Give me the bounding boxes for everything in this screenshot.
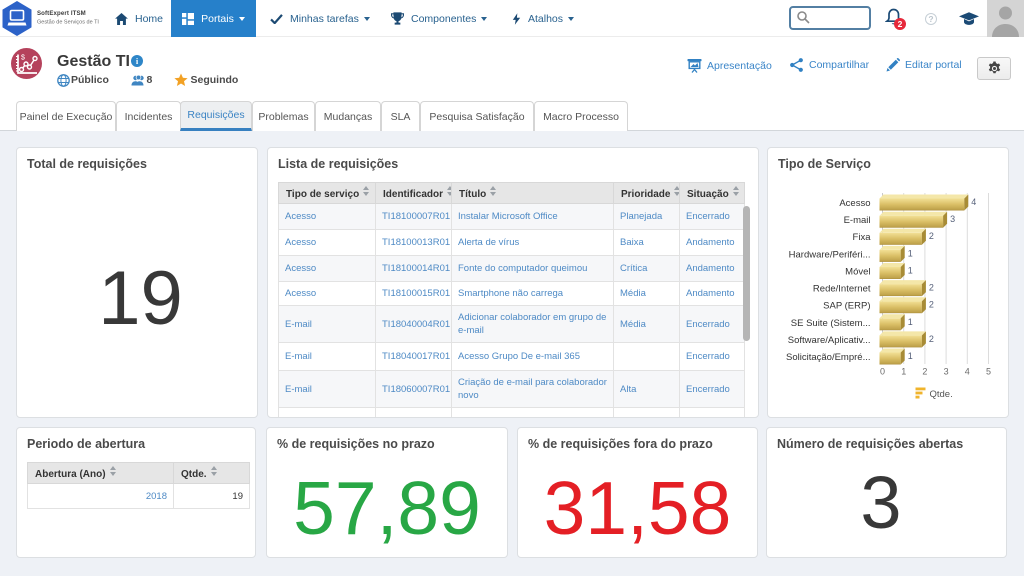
svg-text:1: 1	[908, 248, 913, 258]
svg-text:SE Suite (Sistem...: SE Suite (Sistem...	[791, 318, 871, 329]
svg-text:2: 2	[929, 334, 934, 344]
svg-text:1: 1	[908, 266, 913, 276]
svg-text:SAP (ERP): SAP (ERP)	[823, 301, 870, 312]
svg-text:Móvel: Móvel	[845, 267, 870, 278]
svg-text:Software/Aplicativ...: Software/Aplicativ...	[788, 335, 871, 346]
svg-text:3: 3	[944, 367, 949, 377]
svg-text:5: 5	[986, 367, 991, 377]
svg-text:$: $	[21, 55, 25, 62]
svg-text:Acesso: Acesso	[839, 198, 870, 209]
svg-text:1: 1	[908, 351, 913, 361]
svg-text:2: 2	[922, 367, 927, 377]
svg-text:Solicitação/Empré...: Solicitação/Empré...	[786, 352, 870, 363]
svg-text:E-mail: E-mail	[844, 215, 871, 226]
svg-text:3: 3	[950, 214, 955, 224]
svg-text:2: 2	[929, 283, 934, 293]
svg-text:1: 1	[908, 317, 913, 327]
svg-text:2: 2	[929, 231, 934, 241]
svg-text:4: 4	[971, 197, 976, 207]
svg-text:Fixa: Fixa	[853, 232, 872, 243]
svg-text:2: 2	[929, 300, 934, 310]
svg-text:Rede/Internet: Rede/Internet	[813, 284, 871, 295]
svg-text:4: 4	[965, 367, 970, 377]
svg-text:0: 0	[880, 367, 885, 377]
svg-text:1: 1	[901, 367, 906, 377]
svg-text:Qtde.: Qtde.	[930, 389, 953, 400]
svg-text:Hardware/Periféri...: Hardware/Periféri...	[789, 249, 871, 260]
